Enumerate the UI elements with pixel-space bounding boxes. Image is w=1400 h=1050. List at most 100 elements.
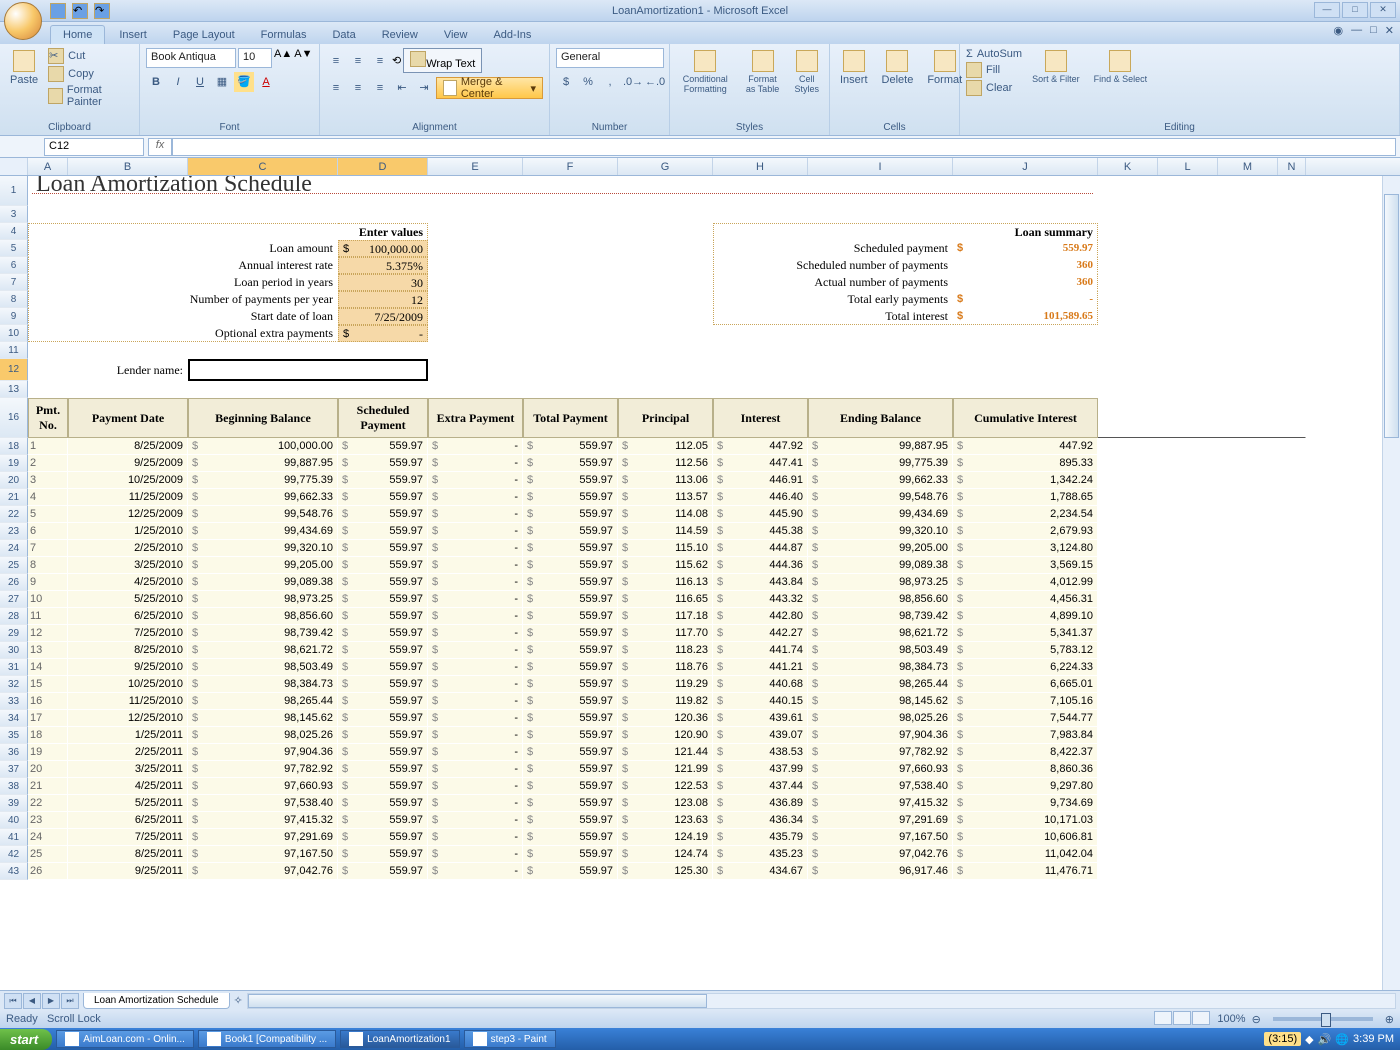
fill-color-button[interactable]: 🪣 [234,72,254,92]
row-header[interactable]: 1 [0,176,28,206]
taskbar-task[interactable]: AimLoan.com - Onlin... [56,1030,194,1048]
column-header[interactable]: D [338,158,428,175]
align-right-button[interactable]: ≡ [370,78,390,98]
decrease-decimal-button[interactable]: ←.0 [644,72,664,92]
view-break-button[interactable] [1192,1011,1210,1025]
select-all-button[interactable] [0,158,28,175]
zoom-in-button[interactable]: ⊕ [1385,1013,1394,1026]
increase-indent-button[interactable]: ⇥ [414,78,434,98]
row-header[interactable]: 18 [0,438,28,455]
minimize-button[interactable]: — [1314,2,1340,18]
input-value[interactable]: 7/25/2009 [338,308,428,325]
mdi-restore-icon[interactable]: □ [1370,24,1377,37]
column-header[interactable]: E [428,158,523,175]
office-button[interactable] [4,2,42,40]
currency-button[interactable]: $ [556,72,576,92]
maximize-button[interactable]: □ [1342,2,1368,18]
mdi-minimize-icon[interactable]: — [1351,24,1362,37]
row-header[interactable]: 41 [0,829,28,846]
comma-button[interactable]: , [600,72,620,92]
row-header[interactable]: 43 [0,863,28,880]
align-left-button[interactable]: ≡ [326,78,346,98]
row-header[interactable]: 32 [0,676,28,693]
view-layout-button[interactable] [1173,1011,1191,1025]
column-header[interactable]: M [1218,158,1278,175]
orientation-button[interactable]: ⟲ [392,54,401,67]
row-header[interactable]: 8 [0,291,28,308]
row-header[interactable]: 31 [0,659,28,676]
border-button[interactable]: ▦ [212,72,232,92]
row-header[interactable]: 5 [0,240,28,257]
font-size-combo[interactable]: 10 [238,48,272,68]
italic-button[interactable]: I [168,72,188,92]
find-select-button[interactable]: Find & Select [1090,48,1152,86]
redo-icon[interactable]: ↷ [94,3,110,19]
font-name-combo[interactable]: Book Antiqua [146,48,236,68]
row-header[interactable]: 29 [0,625,28,642]
copy-button[interactable]: Copy [48,66,133,82]
column-header[interactable]: B [68,158,188,175]
input-value[interactable]: $- [338,325,428,342]
delete-cells-button[interactable]: Delete [878,48,918,88]
row-header[interactable]: 21 [0,489,28,506]
prev-sheet-button[interactable]: ◀ [23,993,41,1009]
tab-formulas[interactable]: Formulas [249,26,319,44]
column-header[interactable]: L [1158,158,1218,175]
tab-page-layout[interactable]: Page Layout [161,26,247,44]
tab-insert[interactable]: Insert [107,26,159,44]
row-header[interactable]: 42 [0,846,28,863]
align-center-button[interactable]: ≡ [348,78,368,98]
shrink-font-button[interactable]: A▼ [294,48,312,68]
name-box[interactable]: C12 [44,138,144,156]
undo-icon[interactable]: ↶ [72,3,88,19]
tray-icon[interactable]: ◆ [1305,1033,1313,1046]
row-header[interactable]: 40 [0,812,28,829]
row-header[interactable]: 33 [0,693,28,710]
row-header[interactable]: 23 [0,523,28,540]
column-header[interactable]: A [28,158,68,175]
column-header[interactable]: I [808,158,953,175]
help-icon[interactable]: ◉ [1334,24,1344,37]
align-middle-button[interactable]: ≡ [348,51,368,71]
wrap-text-button[interactable]: Wrap Text [403,48,482,73]
row-header[interactable]: 12 [0,359,28,381]
row-header[interactable]: 36 [0,744,28,761]
input-value[interactable]: $100,000.00 [338,240,428,257]
row-header[interactable]: 34 [0,710,28,727]
tab-view[interactable]: View [432,26,480,44]
fill-button[interactable]: Fill [966,62,1022,78]
bold-button[interactable]: B [146,72,166,92]
last-sheet-button[interactable]: ⏭ [61,993,79,1009]
row-header[interactable]: 10 [0,325,28,342]
close-button[interactable]: ✕ [1370,2,1396,18]
zoom-out-button[interactable]: ⊖ [1252,1013,1261,1026]
row-header[interactable]: 20 [0,472,28,489]
sort-filter-button[interactable]: Sort & Filter [1028,48,1084,86]
mdi-close-icon[interactable]: ✕ [1385,24,1394,37]
row-header[interactable]: 13 [0,381,28,398]
lender-name-input[interactable] [188,359,428,381]
row-header[interactable]: 19 [0,455,28,472]
taskbar-task[interactable]: step3 - Paint [464,1030,556,1048]
fx-icon[interactable]: fx [148,138,172,156]
start-button[interactable]: start [0,1029,52,1050]
column-header[interactable]: N [1278,158,1306,175]
font-color-button[interactable]: A [256,72,276,92]
cell-styles-button[interactable]: Cell Styles [791,48,824,96]
format-painter-button[interactable]: Format Painter [48,84,133,108]
row-header[interactable]: 35 [0,727,28,744]
row-header[interactable]: 7 [0,274,28,291]
zoom-slider[interactable] [1273,1017,1373,1021]
underline-button[interactable]: U [190,72,210,92]
align-top-button[interactable]: ≡ [326,51,346,71]
conditional-formatting-button[interactable]: Conditional Formatting [676,48,735,96]
row-header[interactable]: 22 [0,506,28,523]
merge-center-button[interactable]: Merge & Center▾ [436,77,543,99]
column-header[interactable]: F [523,158,618,175]
tray-icon[interactable]: 🔊 [1318,1033,1332,1046]
row-header[interactable]: 6 [0,257,28,274]
row-header[interactable]: 16 [0,398,28,438]
row-header[interactable]: 37 [0,761,28,778]
row-header[interactable]: 39 [0,795,28,812]
horizontal-scrollbar[interactable] [247,993,1396,1009]
